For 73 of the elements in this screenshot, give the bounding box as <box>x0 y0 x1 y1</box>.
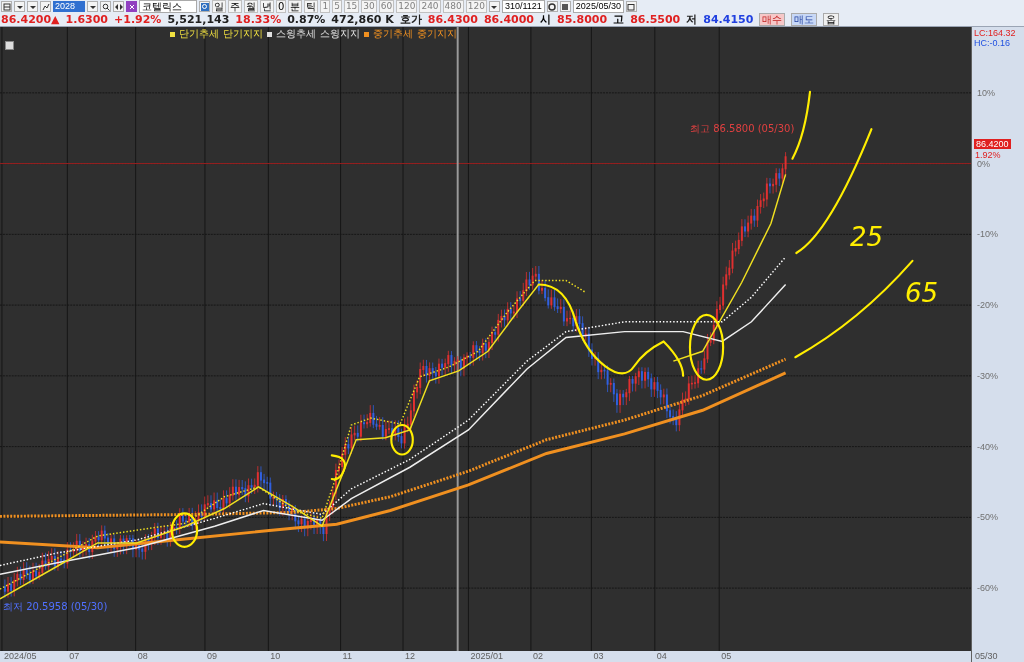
axis-tick-label: 08 <box>136 651 148 662</box>
period-button[interactable]: 틱 <box>304 0 319 13</box>
period-button[interactable]: 년 <box>260 0 275 13</box>
current-price-tag: 86.4200 <box>974 139 1011 149</box>
axis-tick-label: 02 <box>531 651 543 662</box>
axis-tick-label: -10% <box>977 229 998 240</box>
option-button[interactable]: 옵 <box>823 13 840 26</box>
axis-tick-label: 2024/05 <box>2 651 37 662</box>
legend-label: 단기지지 <box>223 28 263 40</box>
axis-tick-label: -20% <box>977 300 998 311</box>
quote-value: 5,521,143 <box>167 13 230 26</box>
axis-tick-label: 03 <box>592 651 604 662</box>
axis-tick-label: -40% <box>977 441 998 452</box>
legend-label: 스윙추세 <box>276 28 316 40</box>
interval-button[interactable]: 5 <box>332 0 342 13</box>
axis-tick-label: 04 <box>655 651 667 662</box>
period-button[interactable]: 분 <box>288 0 303 13</box>
axis-info: LC:164.32 <box>974 28 1016 38</box>
count-field[interactable]: 310/1121 <box>502 0 545 13</box>
quote-value: 시 <box>540 13 552 26</box>
quote-value: 84.4150 <box>703 13 754 26</box>
high-price-label: 최고 86.5800 (05/30) <box>690 123 795 135</box>
axis-tick-label: 10% <box>977 87 995 98</box>
axis-tick-label: -30% <box>977 370 998 381</box>
interval-button[interactable]: 1 <box>320 0 331 13</box>
interval-button[interactable]: 60 <box>378 0 395 13</box>
legend-label: 단기추세 <box>179 28 219 40</box>
quote-value: 호가 <box>399 13 422 26</box>
axis-tick-label: 07 <box>68 651 80 662</box>
price-change-label: 1.92% <box>975 150 1001 160</box>
interval-button[interactable]: 120 <box>396 0 418 13</box>
stock-code-field[interactable]: 2028 <box>53 1 86 12</box>
period-button[interactable]: 주 <box>228 0 243 13</box>
interval-button[interactable]: 240 <box>419 0 441 13</box>
axis-tick-label: -60% <box>977 583 998 594</box>
interval-button[interactable]: 120 <box>465 0 487 13</box>
axis-tick-label: 09 <box>205 651 217 662</box>
legend-label: 중기추세 <box>373 28 413 40</box>
quote-value: 86.4200▲ <box>1 13 60 26</box>
quote-value: 86.5500 <box>630 13 681 26</box>
date-field[interactable]: 2025/05/30 <box>572 0 624 13</box>
quote-value: +1.92% <box>114 13 162 26</box>
quote-value: 고 <box>613 13 625 26</box>
axis-tick-label: -50% <box>977 512 998 523</box>
interval-button[interactable]: 30 <box>361 0 377 13</box>
axis-tick-label: 11 <box>341 651 352 662</box>
interval-button[interactable]: 480 <box>442 0 464 13</box>
axis-tick-label: 0% <box>977 158 990 169</box>
interval-button[interactable]: 15 <box>343 0 360 13</box>
stock-name-field[interactable]: 코텔릭스 <box>139 0 198 13</box>
axis-tick-label: 12 <box>404 651 416 662</box>
sell-button[interactable]: 매도 <box>791 13 818 26</box>
handwritten-note: 65 <box>905 279 939 307</box>
quote-value: 저 <box>686 13 698 26</box>
axis-tick-label: 10 <box>269 651 281 662</box>
quote-value: 0.87% <box>287 13 326 26</box>
axis-tick-label: 05 <box>720 651 732 662</box>
legend-label: 스윙지지 <box>320 28 360 40</box>
quote-value: 85.8000 <box>557 13 608 26</box>
period-button[interactable]: 월 <box>244 0 259 13</box>
period-button[interactable]: 일 <box>212 0 227 13</box>
legend-label: 중기지지 <box>417 28 457 40</box>
handwritten-note: 25 <box>850 223 884 251</box>
quote-value: 18.33% <box>235 13 282 26</box>
quote-value: 1.6300 <box>65 13 108 26</box>
low-price-label: 최저 20.5958 (05/30) <box>3 601 108 613</box>
quote-value: 86.4000 <box>483 13 535 26</box>
axis-tick-label: 2025/01 <box>469 651 503 662</box>
axis-info: HC:-0.16 <box>974 38 1010 48</box>
buy-button[interactable]: 매수 <box>759 13 786 26</box>
quote-value: 86.4300 <box>427 13 478 26</box>
axis-end-date: 05/30 <box>974 651 998 661</box>
quote-value: 472,860 K <box>331 13 394 26</box>
